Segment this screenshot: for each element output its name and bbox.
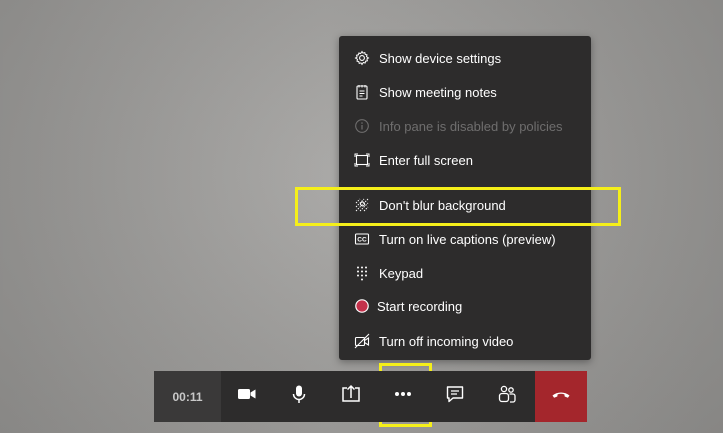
blur-icon xyxy=(354,197,370,213)
fullscreen-icon xyxy=(354,152,370,168)
participants-button[interactable] xyxy=(481,371,533,422)
menu-item-label: Info pane is disabled by policies xyxy=(379,118,563,134)
menu-item-label: Keypad xyxy=(379,265,424,281)
video-off-icon xyxy=(354,333,370,349)
hang-up-button[interactable] xyxy=(535,371,587,422)
more-options-menu: Show device settings Show meeting notes … xyxy=(339,36,591,360)
video-camera-icon xyxy=(236,383,258,410)
keypad-icon xyxy=(354,265,370,281)
menu-item-dont-blur-background[interactable]: Don't blur background xyxy=(339,190,591,220)
menu-item-show-device-settings[interactable]: Show device settings xyxy=(339,43,591,73)
hang-up-icon xyxy=(550,383,572,410)
more-options-button[interactable] xyxy=(377,371,429,422)
menu-item-info-pane-disabled: Info pane is disabled by policies xyxy=(339,111,591,141)
share-screen-button[interactable] xyxy=(325,371,377,422)
call-timer: 00:11 xyxy=(154,371,221,422)
notes-icon xyxy=(354,84,370,100)
share-screen-icon xyxy=(340,383,362,410)
menu-item-label: Show meeting notes xyxy=(379,84,497,100)
call-toolbar: 00:11 xyxy=(154,371,587,422)
microphone-button[interactable] xyxy=(273,371,325,422)
info-icon xyxy=(354,118,370,134)
menu-item-enter-full-screen[interactable]: Enter full screen xyxy=(339,145,591,175)
chat-icon xyxy=(444,383,466,410)
menu-item-label: Turn off incoming video xyxy=(379,333,514,349)
menu-item-show-meeting-notes[interactable]: Show meeting notes xyxy=(339,77,591,107)
menu-item-label: Enter full screen xyxy=(379,152,473,168)
menu-item-start-recording[interactable]: Start recording xyxy=(339,291,591,321)
menu-item-label: Don't blur background xyxy=(379,197,506,213)
menu-item-label: Start recording xyxy=(377,298,463,314)
menu-item-keypad[interactable]: Keypad xyxy=(339,258,591,288)
captions-icon: CC xyxy=(354,231,370,247)
menu-item-live-captions[interactable]: CC Turn on live captions (preview) xyxy=(339,224,591,254)
participants-icon xyxy=(496,383,518,410)
menu-item-label: Turn on live captions (preview) xyxy=(379,231,556,247)
microphone-icon xyxy=(288,383,310,410)
chat-button[interactable] xyxy=(429,371,481,422)
menu-item-label: Show device settings xyxy=(379,50,502,66)
svg-text:CC: CC xyxy=(357,237,367,244)
gear-icon xyxy=(354,50,370,66)
camera-button[interactable] xyxy=(221,371,273,422)
record-icon xyxy=(354,298,370,314)
more-options-icon xyxy=(392,383,414,410)
menu-item-turn-off-incoming-video[interactable]: Turn off incoming video xyxy=(339,326,591,356)
